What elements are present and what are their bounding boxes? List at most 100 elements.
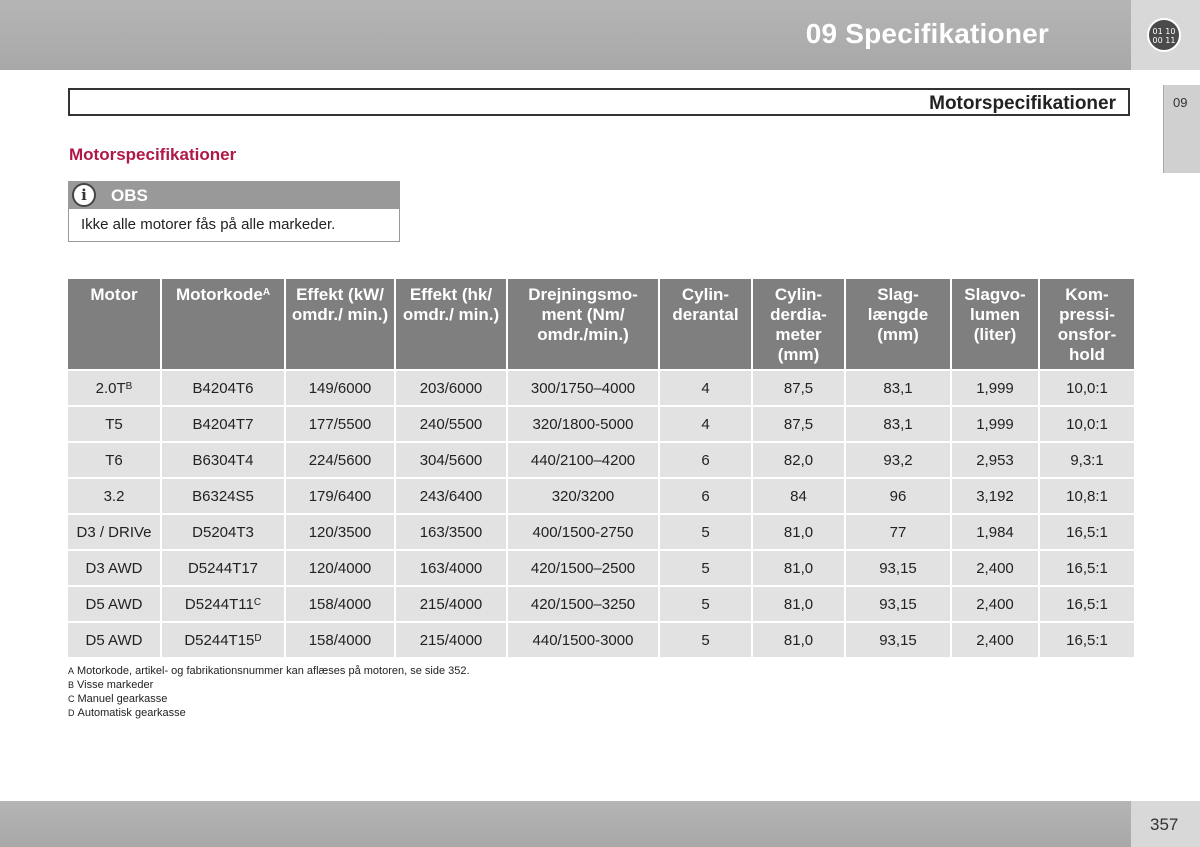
cell-value: 16,5:1 — [1066, 524, 1108, 541]
cell-value: 120/4000 — [308, 560, 372, 577]
header-bar: 09 Specifikationer — [0, 0, 1131, 70]
table-header-row: Motor MotorkodeA Effekt (kW/ omdr./ min.) E… — [68, 279, 1134, 369]
table-cell-comp: 10,8:1 — [1040, 479, 1134, 513]
icon-text-top: 01 10 — [1152, 27, 1176, 36]
table-cell-code: D5244T15D — [162, 623, 284, 657]
cell-value: T5 — [105, 416, 123, 433]
column-header-label: Slagvo- lumen (liter) — [964, 285, 1026, 344]
table-cell-nm: 320/3200 — [508, 479, 658, 513]
table-row: D3 AWD D5244T17 120/4000 163/4000 420/1500–2… — [68, 551, 1134, 585]
cell-value: 77 — [889, 524, 907, 541]
section-title: Motorspecifikationer — [929, 93, 1116, 114]
table-cell-vol: 1,999 — [952, 371, 1038, 405]
table-cell-stroke: 93,15 — [846, 623, 950, 657]
column-header: Cylin- derdia- meter (mm) — [753, 279, 844, 369]
table-cell-dia: 81,0 — [753, 515, 844, 549]
table-cell-code: B6324S5 — [162, 479, 284, 513]
table-cell-kw: 158/4000 — [286, 623, 394, 657]
table-cell-motor: D3 / DRIVe — [68, 515, 160, 549]
cell-value: D5244T17 — [187, 560, 259, 577]
column-header: Effekt (kW/ omdr./ min.) — [286, 279, 394, 369]
cell-value: 300/1750–4000 — [530, 380, 636, 397]
cell-value: 163/4000 — [419, 560, 483, 577]
cell-value: 3.2 — [103, 488, 125, 505]
chapter-tab-label: 09 — [1173, 95, 1188, 110]
footnote-letter: C — [68, 694, 75, 704]
cell-value: 120/3500 — [308, 524, 372, 541]
table-cell-vol: 2,400 — [952, 623, 1038, 657]
table-cell-code: D5244T11C — [162, 587, 284, 621]
column-header: MotorkodeA — [162, 279, 284, 369]
table-body: 2.0TB B4204T6 149/6000 203/6000 300/1750–400… — [68, 371, 1134, 657]
cell-value: 5 — [701, 596, 710, 613]
cell-value: 81,0 — [783, 596, 814, 613]
column-header-label: Kom- pressi- onsfor- hold — [1057, 285, 1117, 364]
cell-value: 320/3200 — [551, 488, 615, 505]
table-cell-nm: 320/1800-5000 — [508, 407, 658, 441]
cell-value: 87,5 — [783, 416, 814, 433]
table-cell-dia: 81,0 — [753, 623, 844, 657]
table-cell-nm: 440/2100–4200 — [508, 443, 658, 477]
table-row: D3 / DRIVe D5204T3 120/3500 163/3500 400/150… — [68, 515, 1134, 549]
cell-value: 93,15 — [879, 632, 917, 649]
table-cell-dia: 81,0 — [753, 587, 844, 621]
table-cell-vol: 2,400 — [952, 551, 1038, 585]
table-cell-comp: 16,5:1 — [1040, 551, 1134, 585]
table-cell-kw: 149/6000 — [286, 371, 394, 405]
cell-value: D5 AWD — [85, 596, 143, 613]
footnote-text: Manuel gearkasse — [77, 693, 168, 705]
cell-value: 304/5600 — [419, 452, 483, 469]
chapter-tab: 09 — [1163, 85, 1200, 173]
table-cell-comp: 16,5:1 — [1040, 623, 1134, 657]
table-cell-cyl: 5 — [660, 623, 751, 657]
cell-value: 10,0:1 — [1066, 416, 1108, 433]
table-cell-stroke: 93,15 — [846, 587, 950, 621]
column-header-label: Motor — [90, 285, 138, 304]
table-cell-comp: 16,5:1 — [1040, 515, 1134, 549]
specifications-chapter-icon: 01 10 00 11 — [1147, 18, 1181, 52]
footnote-letter: A — [68, 666, 75, 676]
note-text: Ikke alle motorer fås på alle markeder. — [81, 216, 336, 233]
table-cell-hk: 304/5600 — [396, 443, 506, 477]
icon-text-bottom: 00 11 — [1152, 36, 1176, 45]
table-cell-vol: 1,984 — [952, 515, 1038, 549]
footnote-marker: D — [254, 633, 262, 644]
table-cell-stroke: 96 — [846, 479, 950, 513]
table-cell-motor: 2.0TB — [68, 371, 160, 405]
cell-value: 2,400 — [976, 560, 1014, 577]
cell-value: 4 — [701, 416, 710, 433]
cell-value: B4204T6 — [192, 380, 254, 397]
footnote-letter: B — [68, 680, 75, 690]
table-cell-comp: 16,5:1 — [1040, 587, 1134, 621]
cell-value: 177/5500 — [308, 416, 372, 433]
chapter-title: 09 Specifikationer — [805, 18, 1049, 49]
cell-value: 6 — [701, 488, 710, 505]
page-subtitle: Motorspecifikationer — [69, 145, 237, 164]
footer-bar — [0, 801, 1131, 847]
table-cell-cyl: 5 — [660, 551, 751, 585]
table-cell-dia: 84 — [753, 479, 844, 513]
cell-value: 400/1500-2750 — [532, 524, 634, 541]
table-cell-hk: 163/4000 — [396, 551, 506, 585]
table-cell-dia: 87,5 — [753, 407, 844, 441]
column-header-label: Effekt (kW/ omdr./ min.) — [291, 285, 389, 324]
table-row: D5 AWD D5244T11C 158/4000 215/4000 420/1500–… — [68, 587, 1134, 621]
cell-value: D5 AWD — [85, 632, 143, 649]
cell-value: 93,15 — [879, 560, 917, 577]
cell-value: 96 — [889, 488, 907, 505]
table-cell-motor: D5 AWD — [68, 587, 160, 621]
column-header-label: Cylin- derdia- meter (mm) — [770, 285, 827, 364]
table-cell-stroke: 83,1 — [846, 371, 950, 405]
cell-value: 203/6000 — [419, 380, 483, 397]
table-cell-hk: 240/5500 — [396, 407, 506, 441]
cell-value: 93,15 — [879, 596, 917, 613]
cell-value: 9,3:1 — [1070, 452, 1104, 469]
table-cell-hk: 215/4000 — [396, 623, 506, 657]
cell-value: D5244T15 — [184, 632, 255, 649]
table-cell-nm: 440/1500-3000 — [508, 623, 658, 657]
table-row: D5 AWD D5244T15D 158/4000 215/4000 440/1500-… — [68, 623, 1134, 657]
cell-value: B4204T7 — [192, 416, 254, 433]
column-header: Slag- længde (mm) — [846, 279, 950, 369]
table-cell-hk: 243/6400 — [396, 479, 506, 513]
table-cell-cyl: 5 — [660, 515, 751, 549]
